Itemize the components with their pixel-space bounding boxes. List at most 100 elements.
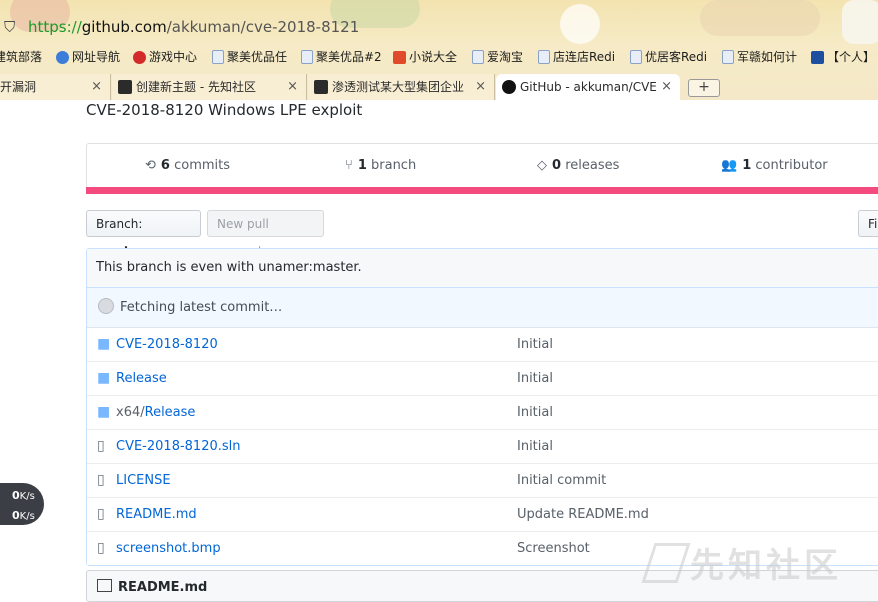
close-icon[interactable]: × [91, 74, 102, 100]
commits-link[interactable]: ⟲ 6 commits [145, 144, 230, 188]
branch-status-note: This branch is even with unamer:master. [87, 249, 878, 288]
xianzhi-logo-icon [641, 543, 691, 583]
bookmark-label: 【个人】 [827, 50, 876, 64]
contributor-label: contributor [755, 158, 828, 173]
bookmark-label: 爱淘宝 [487, 50, 524, 64]
watermark: 先知社区 [641, 538, 842, 587]
folder-icon: ■ [97, 404, 111, 420]
file-row[interactable]: ▯ LICENSE Initial commit [87, 463, 878, 497]
upload-speed: 0K/s [12, 489, 35, 502]
releases-link[interactable]: ◇ 0 releases [537, 144, 619, 188]
new-tab-button[interactable]: + [688, 79, 720, 97]
bookmark-label: 优居客Redi [645, 50, 708, 64]
close-icon[interactable]: × [475, 74, 486, 100]
browser-tab[interactable]: 开漏洞 × [0, 74, 111, 100]
upload-value: 0 [12, 489, 20, 502]
tab-strip: 开漏洞 × 创建新主题 - 先知社区 × 渗透测试某大型集团企业 × GitHu… [0, 74, 878, 100]
novel-icon [393, 50, 406, 64]
new-pull-request-button[interactable]: New pull request [207, 210, 324, 258]
github-icon [502, 80, 516, 94]
close-icon[interactable]: × [661, 74, 672, 100]
file-row[interactable]: ▯ CVE-2018-8120.sln Initial [87, 429, 878, 463]
page-icon [538, 50, 550, 64]
bookmark-item[interactable]: 【个人】 [811, 46, 875, 68]
page-icon [301, 50, 313, 64]
bookmark-item[interactable]: 小说大全 [393, 46, 457, 68]
bookmark-item[interactable]: 游戏中心 [133, 46, 197, 68]
file-row[interactable]: ▯ README.md Update README.md [87, 497, 878, 531]
branch-select-button[interactable]: Branch: master▼ [86, 210, 201, 258]
loading-spinner-icon [98, 298, 114, 314]
history-icon: ⟲ [145, 158, 156, 173]
file-row[interactable]: ■ x64/Release Initial [87, 395, 878, 429]
commit-message-link[interactable]: Initial [517, 430, 553, 463]
bookmark-item[interactable]: 网址导航 [56, 46, 120, 68]
file-name-link[interactable]: CVE-2018-8120.sln [116, 430, 241, 463]
file-row[interactable]: ■ CVE-2018-8120 Initial [87, 328, 878, 361]
url-path: /akkuman/cve-2018-8121 [166, 18, 360, 36]
tab-label: 开漏洞 [0, 80, 37, 94]
commit-message-link[interactable]: Initial [517, 396, 553, 429]
bookmark-label: 建筑部落 [0, 50, 43, 64]
file-name-link[interactable]: README.md [116, 498, 197, 531]
url-text[interactable]: https://github.com/akkuman/cve-2018-8121 [28, 16, 359, 38]
globe-icon [56, 50, 69, 64]
file-name: Release [116, 371, 167, 386]
path-prefix: x64/ [116, 405, 145, 420]
commit-message-link[interactable]: Update README.md [517, 498, 649, 531]
network-speed-widget[interactable]: 0K/s 0K/s [0, 483, 44, 525]
repo-description: CVE-2018-8120 Windows LPE exploit [86, 101, 363, 119]
bookmark-item[interactable]: 建筑部落 [0, 46, 42, 68]
bookmark-label: 聚美优品#2 [316, 50, 382, 64]
bookmark-label: 网址导航 [72, 50, 121, 64]
browser-tab[interactable]: 渗透测试某大型集团企业 × [308, 74, 495, 100]
find-file-button[interactable]: Fi [858, 210, 878, 237]
file-name: LICENSE [116, 473, 171, 488]
browser-tab[interactable]: 创建新主题 - 先知社区 × [112, 74, 307, 100]
language-bar[interactable] [86, 187, 878, 194]
people-icon: 👥 [721, 158, 738, 173]
bookmark-item[interactable]: 店连店Redi [538, 46, 615, 68]
download-unit: K/s [19, 511, 35, 522]
branches-link[interactable]: ⑂ 1 branch [345, 144, 416, 188]
branch-icon: ⑂ [345, 158, 353, 173]
file-name: Release [144, 405, 196, 420]
file-name: screenshot.bmp [116, 541, 221, 556]
file-name-link[interactable]: x64/Release [116, 396, 195, 429]
address-bar[interactable]: ⛉ https://github.com/akkuman/cve-2018-81… [0, 14, 878, 40]
qq-icon [811, 50, 824, 64]
bookmark-label: 小说大全 [409, 50, 458, 64]
commit-tease: Fetching latest commit… [87, 288, 878, 328]
browser-tab-active[interactable]: GitHub - akkuman/CVE × [496, 74, 680, 100]
commit-message-link[interactable]: Screenshot [517, 532, 590, 565]
download-value: 0 [12, 509, 20, 522]
commit-tease-text: Fetching latest commit… [120, 300, 283, 315]
contributors-link[interactable]: 👥 1 contributor [721, 144, 828, 188]
file-icon: ▯ [97, 438, 105, 454]
file-name: README.md [116, 507, 197, 522]
folder-icon: ■ [97, 336, 111, 352]
file-name-link[interactable]: Release [116, 362, 167, 395]
xianzhi-icon [118, 80, 132, 94]
bookmark-item[interactable]: 聚美优品#2 [301, 46, 382, 68]
file-name-link[interactable]: CVE-2018-8120 [116, 328, 218, 361]
folder-icon: ■ [97, 370, 111, 386]
bookmark-item[interactable]: 优居客Redi [630, 46, 707, 68]
game-icon [133, 50, 146, 64]
commit-message-link[interactable]: Initial [517, 362, 553, 395]
download-speed: 0K/s [12, 509, 35, 522]
file-name-link[interactable]: LICENSE [116, 464, 171, 497]
url-host: github.com [81, 18, 167, 36]
close-icon[interactable]: × [287, 74, 298, 100]
bookmark-item[interactable]: 聚美优品任 [212, 46, 287, 68]
bookmark-item[interactable]: 军赣如何计 [722, 46, 797, 68]
commit-message-link[interactable]: Initial [517, 328, 553, 361]
security-shield-icon[interactable]: ⛉ [4, 18, 20, 36]
bookmark-item[interactable]: 爱淘宝 [472, 46, 523, 68]
file-row[interactable]: ■ Release Initial [87, 361, 878, 395]
tag-icon: ◇ [537, 158, 547, 173]
branch-label: branch [371, 158, 417, 173]
upload-unit: K/s [19, 491, 35, 502]
commit-message-link[interactable]: Initial commit [517, 464, 606, 497]
file-name-link[interactable]: screenshot.bmp [116, 532, 221, 565]
